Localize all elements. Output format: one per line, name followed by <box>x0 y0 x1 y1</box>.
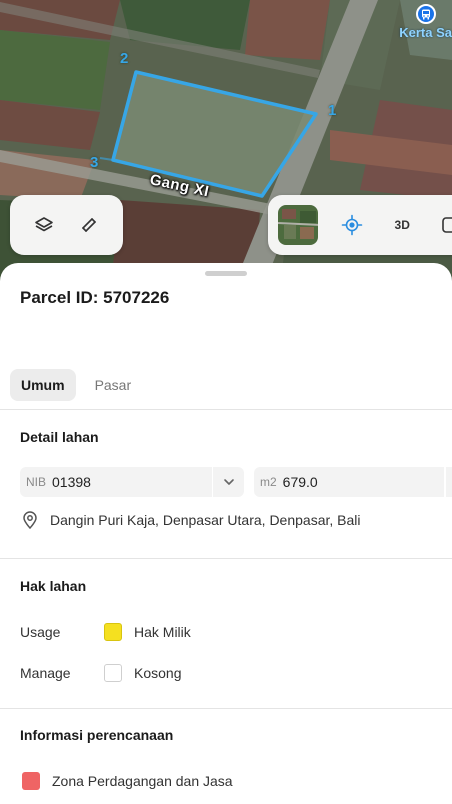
layers-icon <box>35 217 54 232</box>
nib-prefix: NIB <box>26 475 47 489</box>
vertex-label-1: 1 <box>328 102 337 119</box>
sheet-drag-handle[interactable] <box>205 271 247 276</box>
usage-value: Hak Milik <box>134 624 191 640</box>
tab-bar: Umum Pasar <box>10 369 142 401</box>
nib-value: 01398 <box>52 474 91 490</box>
satellite-thumbnail-icon <box>278 205 319 245</box>
zone-color-swatch <box>22 772 40 790</box>
more-tools-button[interactable] <box>429 205 452 245</box>
section-title-hak: Hak lahan <box>20 578 87 594</box>
area-value: 679.0 <box>282 474 318 490</box>
map-view[interactable]: Kerta Sa 2 1 3 Gang XI 3D <box>0 0 452 290</box>
zone-row: Zona Perdagangan dan Jasa <box>22 772 233 790</box>
vertex-label-3: 3 <box>90 154 99 171</box>
map-tools-left <box>10 195 123 255</box>
area-field[interactable]: m2 679.0 <box>254 467 452 497</box>
parcel-info-sheet: Parcel ID: 5707226 Umum Pasar Detail lah… <box>0 263 452 804</box>
divider <box>0 708 452 709</box>
measure-button[interactable] <box>69 205 109 245</box>
vertex-label-2: 2 <box>120 50 129 67</box>
chevron-down-icon <box>223 479 234 485</box>
location-pin-icon <box>23 511 37 529</box>
gps-crosshair-icon <box>341 214 362 236</box>
parcel-title: Parcel ID: 5707226 <box>20 288 170 307</box>
area-prefix: m2 <box>260 475 277 489</box>
poi-marker[interactable]: Kerta Sa <box>399 4 452 40</box>
gps-button[interactable] <box>332 205 371 245</box>
poi-label: Kerta Sa <box>399 25 452 40</box>
divider <box>0 409 452 410</box>
usage-label: Usage <box>20 624 61 640</box>
usage-color-swatch <box>104 623 122 641</box>
address-text: Dangin Puri Kaja, Denpasar Utara, Denpas… <box>50 512 361 528</box>
map-tools-right: 3D <box>268 195 452 255</box>
nib-field[interactable]: NIB 01398 <box>20 467 244 497</box>
address-row: Dangin Puri Kaja, Denpasar Utara, Denpas… <box>22 511 361 529</box>
divider <box>0 558 452 559</box>
area-field-separator <box>444 467 446 497</box>
panel-icon <box>441 217 452 233</box>
section-title-planning: Informasi perencanaan <box>20 727 174 743</box>
manage-label: Manage <box>20 665 71 681</box>
bus-stop-icon <box>416 4 436 24</box>
section-title-detail: Detail lahan <box>20 429 99 445</box>
basemap-thumbnail-button[interactable] <box>278 205 319 245</box>
tab-pasar[interactable]: Pasar <box>84 369 143 401</box>
manage-color-swatch <box>104 664 122 682</box>
measure-icon <box>81 218 96 232</box>
manage-value: Kosong <box>134 665 182 681</box>
3d-toggle-button[interactable]: 3D <box>383 218 422 232</box>
layers-button[interactable] <box>24 205 64 245</box>
tab-umum[interactable]: Umum <box>10 369 76 401</box>
zone-label: Zona Perdagangan dan Jasa <box>52 773 233 789</box>
nib-dropdown-button[interactable] <box>212 467 244 497</box>
